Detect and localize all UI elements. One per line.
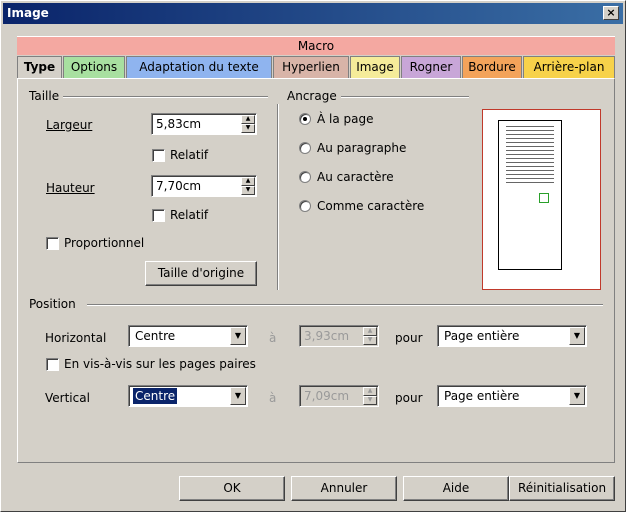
width-value: 5,83cm [156,117,202,131]
position-preview [482,109,601,290]
vertical-by-up-icon[interactable]: ▲ [363,387,377,396]
anchor-as-character-radio[interactable] [299,200,311,212]
size-group-title: Taille [29,89,64,103]
original-size-button[interactable]: Taille d'origine [145,261,257,286]
width-spin-down-icon[interactable]: ▼ [241,124,255,133]
size-group-line [63,96,268,98]
horizontal-by-spinbox[interactable]: 3,93cm ▲ ▼ [299,325,379,347]
vertical-to-select[interactable]: Page entière ▼ [437,385,587,407]
tab-image[interactable]: Image [350,56,400,78]
height-label-text: Hauteur [46,181,95,195]
horizontal-label: Horizontal [45,331,107,345]
cancel-button[interactable]: Annuler [291,476,397,501]
horizontal-to-value: Page entière [444,329,520,343]
position-group-line [87,304,603,306]
width-spin-up-icon[interactable]: ▲ [241,115,255,124]
tab-bordure[interactable]: Bordure [462,56,522,78]
vertical-by-down-icon[interactable]: ▼ [363,396,377,405]
anchor-page-radio[interactable] [299,113,311,125]
horizontal-dropdown-icon[interactable]: ▼ [230,327,246,345]
anchor-as-character-label: Comme caractère [317,199,425,213]
vertical-label: Vertical [45,391,90,405]
width-label-text: Largeur [46,118,93,132]
width-spinbox[interactable]: 5,83cm ▲ ▼ [151,113,257,135]
preview-text-lines [506,126,554,186]
height-spinbox[interactable]: 7,70cm ▲ ▼ [151,175,257,197]
horizontal-to-dropdown-icon[interactable]: ▼ [569,327,585,345]
proportional-checkbox[interactable] [46,237,59,250]
anchor-character-radio[interactable] [299,171,311,183]
horizontal-by-label: à [269,331,277,345]
proportional-label: Proportionnel [64,236,145,250]
height-spin-down-icon[interactable]: ▼ [241,186,255,195]
height-relative-label: Relatif [170,208,209,222]
tab-adaptation-du-texte[interactable]: Adaptation du texte [126,56,272,78]
title-bar: Image × [3,3,623,24]
horizontal-by-up-icon[interactable]: ▲ [363,327,377,336]
width-relative-label: Relatif [170,148,209,162]
height-label: Hauteur [46,181,95,195]
window-title: Image [7,6,49,20]
reset-button[interactable]: Réinitialisation [509,476,615,501]
anchor-paragraph-radio[interactable] [299,142,311,154]
preview-image-frame [539,193,549,203]
vertical-select[interactable]: Centre ▼ [128,385,248,407]
ok-button[interactable]: OK [179,476,285,501]
width-label: Largeur [46,118,92,132]
close-icon[interactable]: × [603,6,619,20]
vertical-dropdown-icon[interactable]: ▼ [230,387,246,405]
tab-options[interactable]: Options [63,56,125,78]
horizontal-select[interactable]: Centre ▼ [128,325,248,347]
mirror-checkbox[interactable] [46,358,59,371]
horizontal-to-select[interactable]: Page entière ▼ [437,325,587,347]
vertical-by-label: à [269,391,277,405]
height-value: 7,70cm [156,179,202,193]
vertical-select-value: Centre [131,387,179,405]
help-button[interactable]: Aide [403,476,509,501]
horizontal-by-value: 3,93cm [304,329,350,343]
tab-macro[interactable]: Macro [17,36,615,55]
position-group-title: Position [29,297,80,311]
anchor-group-title: Ancrage [287,89,341,103]
height-spin-up-icon[interactable]: ▲ [241,177,255,186]
vertical-by-spinbox[interactable]: 7,09cm ▲ ▼ [299,385,379,407]
preview-page [498,120,562,270]
vertical-by-value: 7,09cm [304,389,350,403]
image-dialog: Image × Macro Type Options Adaptation du… [0,0,626,512]
vertical-to-dropdown-icon[interactable]: ▼ [569,387,585,405]
height-relative-checkbox[interactable] [152,209,165,222]
tab-type[interactable]: Type [17,56,62,79]
vertical-to-value: Page entière [444,389,520,403]
anchor-paragraph-label: Au paragraphe [317,141,407,155]
anchor-group-line [334,96,469,98]
tab-hyperlien[interactable]: Hyperlien [273,56,349,78]
horizontal-to-label: pour [395,331,423,345]
size-anchor-separator [277,104,279,290]
width-relative-checkbox[interactable] [152,149,165,162]
tab-arriere-plan[interactable]: Arrière-plan [523,56,615,78]
horizontal-by-down-icon[interactable]: ▼ [363,336,377,345]
horizontal-select-value: Centre [135,329,176,343]
vertical-to-label: pour [395,391,423,405]
anchor-page-label: À la page [317,112,374,126]
mirror-label: En vis-à-vis sur les pages paires [64,357,256,371]
anchor-character-label: Au caractère [317,170,394,184]
tab-rogner[interactable]: Rogner [401,56,461,78]
